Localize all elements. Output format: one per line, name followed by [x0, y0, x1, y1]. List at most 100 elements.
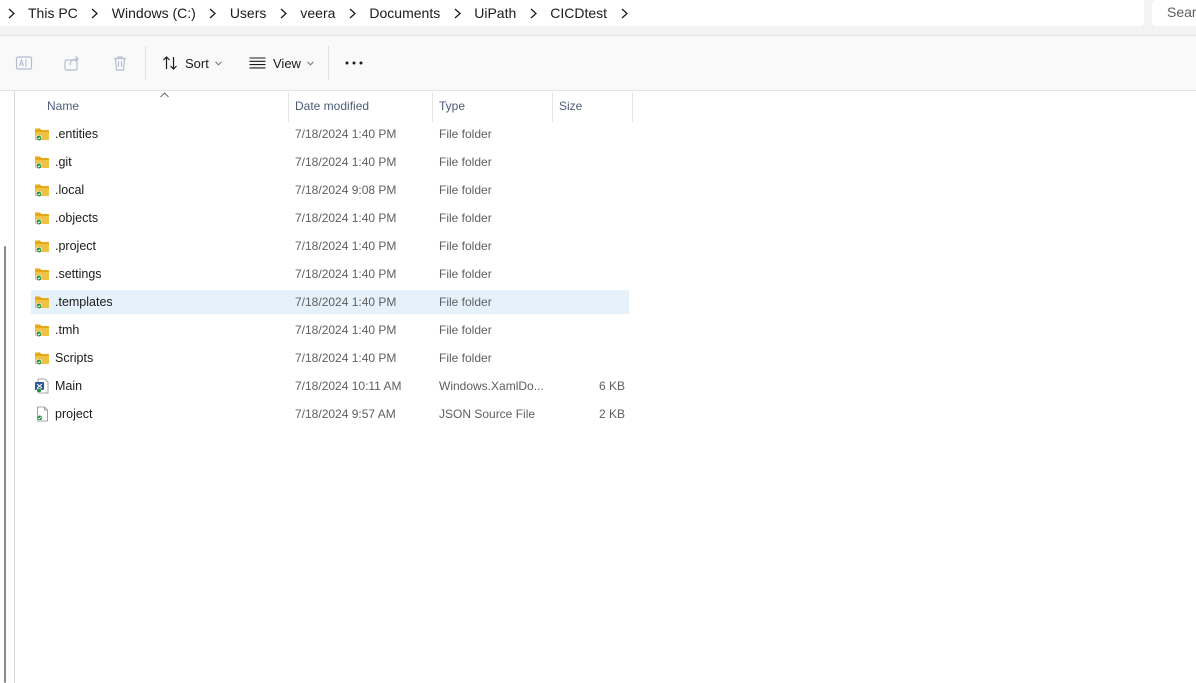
view-label: View	[273, 55, 301, 71]
sort-icon	[163, 56, 177, 70]
file-date-modified: 7/18/2024 1:40 PM	[295, 351, 397, 365]
chevron-right-icon[interactable]	[522, 1, 544, 25]
breadcrumb-this-pc[interactable]: This PC	[22, 1, 84, 25]
file-date-modified: 7/18/2024 1:40 PM	[295, 295, 397, 309]
sort-button[interactable]: Sort	[162, 50, 226, 76]
view-icon	[249, 57, 266, 69]
sort-label: Sort	[185, 55, 209, 71]
json-file-icon	[34, 406, 50, 422]
file-name: .project	[55, 239, 96, 253]
delete-button[interactable]	[108, 50, 132, 76]
breadcrumb-windows-c[interactable]: Windows (C:)	[106, 1, 202, 25]
folder-icon	[34, 294, 50, 310]
column-divider[interactable]	[632, 93, 633, 122]
rename-icon	[15, 56, 33, 70]
file-name: .git	[55, 155, 72, 169]
file-date-modified: 7/18/2024 1:40 PM	[295, 211, 397, 225]
file-name: Main	[55, 379, 83, 393]
breadcrumb-documents[interactable]: Documents	[363, 1, 446, 25]
file-type: File folder	[439, 323, 492, 337]
file-list: .entities 7/18/2024 1:40 PM File folder .gi…	[31, 122, 629, 430]
file-row[interactable]: .objects 7/18/2024 1:40 PM File folder	[31, 206, 629, 230]
file-name: .local	[55, 183, 85, 197]
chevron-down-icon	[307, 60, 314, 66]
search-input[interactable]: Search	[1152, 0, 1196, 26]
file-type: File folder	[439, 127, 492, 141]
folder-icon	[34, 350, 50, 366]
file-row[interactable]: .templates 7/18/2024 1:40 PM File folder	[31, 290, 629, 314]
file-row[interactable]: .project 7/18/2024 1:40 PM File folder	[31, 234, 629, 258]
file-date-modified: 7/18/2024 9:57 AM	[295, 407, 396, 421]
view-button[interactable]: View	[249, 50, 317, 76]
chevron-right-icon[interactable]	[0, 1, 22, 25]
breadcrumb-cicdtest[interactable]: CICDtest	[544, 1, 613, 25]
folder-icon	[34, 210, 50, 226]
address-bar: This PC Windows (C:) Users veera Documen…	[0, 0, 1196, 36]
folder-icon	[34, 126, 50, 142]
file-type: File folder	[439, 155, 492, 169]
pane-divider	[14, 91, 15, 683]
breadcrumb[interactable]: This PC Windows (C:) Users veera Documen…	[0, 0, 1144, 26]
delete-icon	[114, 56, 126, 71]
file-date-modified: 7/18/2024 1:40 PM	[295, 239, 397, 253]
folder-icon	[34, 322, 50, 338]
file-name: .entities	[55, 127, 99, 141]
file-type: File folder	[439, 267, 492, 281]
file-row[interactable]: Main 7/18/2024 10:11 AM Windows.XamlDo... 6…	[31, 374, 629, 398]
share-button[interactable]	[60, 50, 84, 76]
chevron-down-icon	[214, 60, 222, 66]
command-bar: Sort View	[0, 36, 1196, 91]
file-row[interactable]: .tmh 7/18/2024 1:40 PM File folder	[31, 318, 629, 342]
file-size: 6 KB	[598, 379, 625, 393]
file-row[interactable]: .entities 7/18/2024 1:40 PM File folder	[31, 122, 629, 146]
folder-icon	[34, 182, 50, 198]
file-row[interactable]: .git 7/18/2024 1:40 PM File folder	[31, 150, 629, 174]
file-name: project	[55, 407, 93, 421]
chevron-right-icon[interactable]	[446, 1, 468, 25]
file-date-modified: 7/18/2024 1:40 PM	[295, 155, 397, 169]
file-date-modified: 7/18/2024 1:40 PM	[295, 267, 397, 281]
file-row[interactable]: Scripts 7/18/2024 1:40 PM File folder	[31, 346, 629, 370]
more-icon	[345, 61, 363, 65]
file-date-modified: 7/18/2024 9:08 PM	[295, 183, 397, 197]
file-name: .objects	[55, 211, 99, 225]
chevron-right-icon[interactable]	[613, 1, 635, 25]
file-date-modified: 7/18/2024 1:40 PM	[295, 127, 397, 141]
breadcrumb-users[interactable]: Users	[224, 1, 273, 25]
file-type: Windows.XamlDo...	[439, 379, 544, 393]
chevron-right-icon[interactable]	[341, 1, 363, 25]
more-options-button[interactable]	[340, 50, 368, 76]
column-header-type[interactable]: Type	[433, 93, 552, 120]
breadcrumb-veera[interactable]: veera	[294, 1, 341, 25]
folder-icon	[34, 266, 50, 282]
file-list-pane[interactable]: Name Date modified Type Size .entities 7/…	[0, 91, 1196, 683]
file-row[interactable]: .local 7/18/2024 9:08 PM File folder	[31, 178, 629, 202]
toolbar-divider	[328, 46, 329, 80]
chevron-right-icon[interactable]	[202, 1, 224, 25]
chevron-right-icon[interactable]	[84, 1, 106, 25]
rename-button[interactable]	[12, 50, 36, 76]
scrollbar[interactable]	[4, 246, 6, 683]
file-row[interactable]: project 7/18/2024 9:57 AM JSON Source File…	[31, 402, 629, 426]
file-size: 2 KB	[598, 407, 625, 421]
file-type: File folder	[439, 239, 492, 253]
chevron-right-icon[interactable]	[272, 1, 294, 25]
breadcrumb-uipath[interactable]: UiPath	[468, 1, 522, 25]
xaml-file-icon	[34, 378, 50, 394]
share-icon	[64, 56, 79, 71]
folder-icon	[34, 154, 50, 170]
file-type: File folder	[439, 295, 492, 309]
file-date-modified: 7/18/2024 10:11 AM	[295, 379, 402, 393]
column-header-size[interactable]: Size	[553, 93, 632, 120]
file-name: .templates	[55, 295, 113, 309]
file-row[interactable]: .settings 7/18/2024 1:40 PM File folder	[31, 262, 629, 286]
toolbar-divider	[145, 46, 146, 80]
column-header-name[interactable]: Name	[41, 93, 287, 120]
file-date-modified: 7/18/2024 1:40 PM	[295, 323, 397, 337]
file-type: File folder	[439, 351, 492, 365]
column-header-date[interactable]: Date modified	[289, 93, 432, 120]
file-type: File folder	[439, 211, 492, 225]
folder-icon	[34, 238, 50, 254]
file-type: File folder	[439, 183, 492, 197]
file-name: Scripts	[55, 351, 94, 365]
